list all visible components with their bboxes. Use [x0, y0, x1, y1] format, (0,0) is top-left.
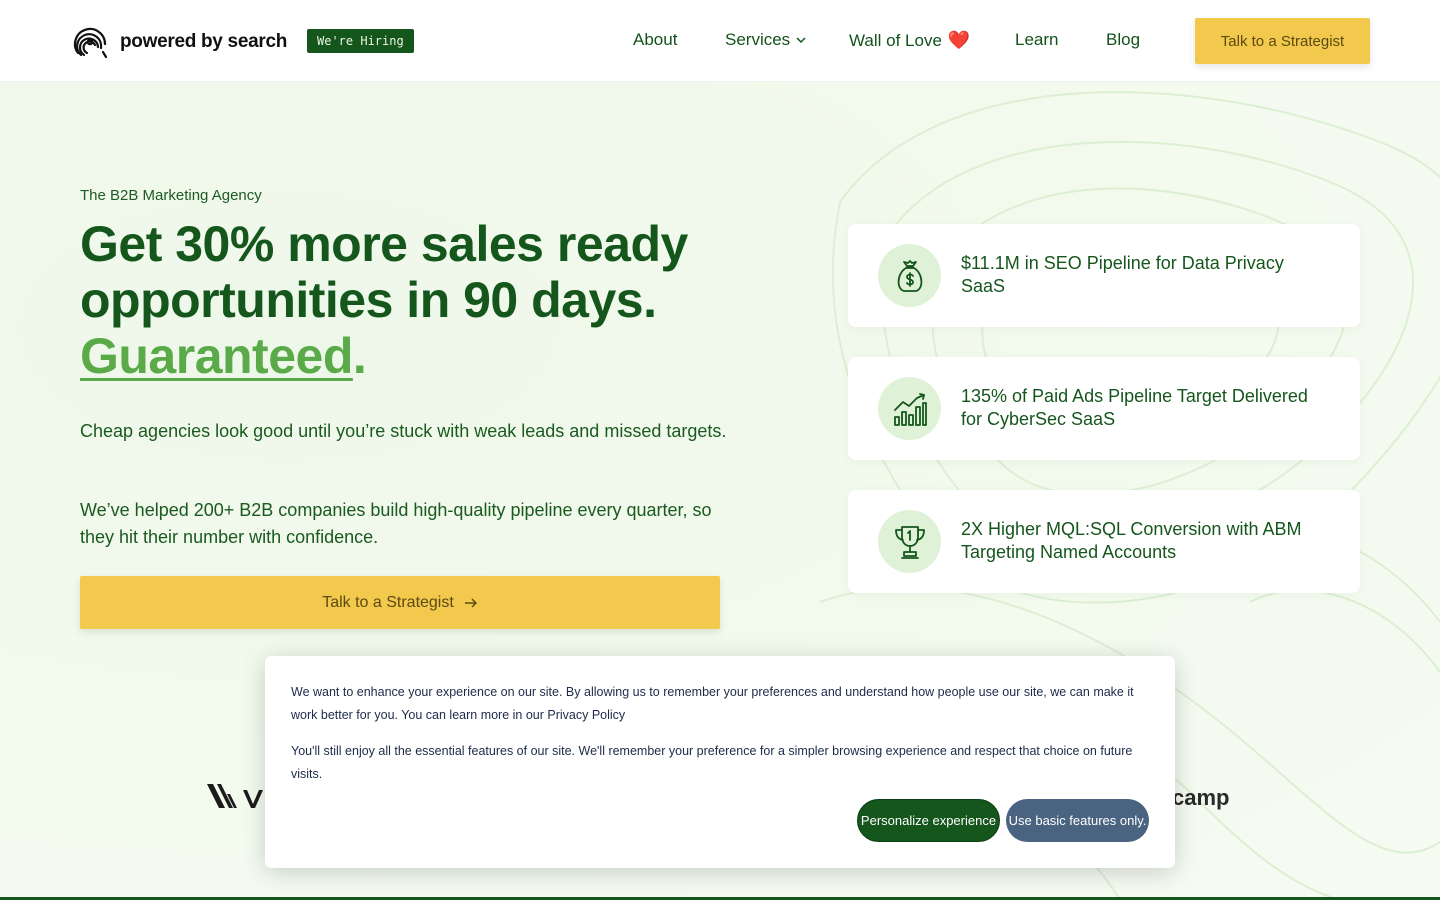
nav-blog[interactable]: Blog	[1106, 30, 1140, 50]
growth-chart-icon	[893, 392, 927, 426]
nav-wall-of-love[interactable]: Wall of Love ❤️	[849, 30, 970, 51]
stat-icon-badge	[878, 244, 941, 307]
heart-icon: ❤️	[947, 30, 971, 50]
client-logo-partial	[207, 784, 263, 808]
nav-learn[interactable]: Learn	[1015, 30, 1058, 50]
headline-line-2: opportunities in 90 days.	[80, 272, 657, 328]
headline-line-3: Guaranteed.	[80, 328, 780, 384]
nav-about[interactable]: About	[633, 30, 677, 50]
hero-eyebrow: The B2B Marketing Agency	[80, 187, 262, 204]
nav-services[interactable]: Services	[725, 30, 806, 50]
hero-cta-button[interactable]: Talk to a Strategist	[80, 576, 720, 629]
cookie-text-1: We want to enhance your experience on ou…	[291, 685, 1134, 722]
stat-card: 2X Higher MQL:SQL Conversion with ABM Ta…	[848, 490, 1360, 593]
headline-accent: Guaranteed	[80, 328, 353, 384]
hero-headline: Get 30% more sales ready opportunities i…	[80, 216, 780, 384]
money-bag-icon	[897, 259, 922, 292]
stat-text: 2X Higher MQL:SQL Conversion with ABM Ta…	[961, 519, 1302, 562]
client-logo-camp: camp	[1172, 785, 1230, 810]
cookie-consent-dialog: We want to enhance your experience on ou…	[265, 656, 1175, 868]
hero-paragraph-2: We’ve helped 200+ B2B companies build hi…	[80, 500, 712, 547]
nav-wall-of-love-label: Wall of Love	[849, 30, 942, 50]
header-cta-button[interactable]: Talk to a Strategist	[1195, 18, 1370, 64]
personalize-experience-button[interactable]: Personalize experience	[857, 799, 1000, 842]
stat-card: $11.1M in SEO Pipeline for Data Privacy …	[848, 224, 1360, 327]
hero-cta-label: Talk to a Strategist	[322, 593, 454, 611]
stat-text: 135% of Paid Ads Pipeline Target Deliver…	[961, 386, 1308, 429]
site-header: powered by search We're Hiring About Ser…	[0, 0, 1440, 82]
hero-paragraph-1: Cheap agencies look good until you’re st…	[80, 421, 727, 441]
nav-services-label: Services	[725, 30, 791, 49]
nav-learn-label: Learn	[1015, 30, 1059, 49]
nav-blog-label: Blog	[1106, 30, 1141, 49]
trophy-icon	[894, 525, 925, 559]
headline-line-1: Get 30% more sales ready	[80, 216, 688, 272]
stat-card: 135% of Paid Ads Pipeline Target Deliver…	[848, 357, 1360, 460]
cookie-text-2: You'll still enjoy all the essential fea…	[291, 744, 1133, 781]
fingerprint-logo-icon	[73, 27, 108, 59]
stat-icon-badge	[878, 377, 941, 440]
brand-logo[interactable]: powered by search	[70, 22, 287, 62]
basic-features-button[interactable]: Use basic features only.	[1006, 799, 1149, 842]
arrow-right-icon	[464, 598, 477, 607]
stat-text: $11.1M in SEO Pipeline for Data Privacy …	[961, 253, 1284, 296]
logo-wordmark: powered by search	[120, 31, 288, 52]
stat-icon-badge	[878, 510, 941, 573]
nav-about-label: About	[633, 30, 678, 49]
headline-accent-dot: .	[352, 328, 367, 384]
chevron-down-icon	[796, 37, 806, 44]
hiring-badge[interactable]: We're Hiring	[307, 29, 414, 53]
